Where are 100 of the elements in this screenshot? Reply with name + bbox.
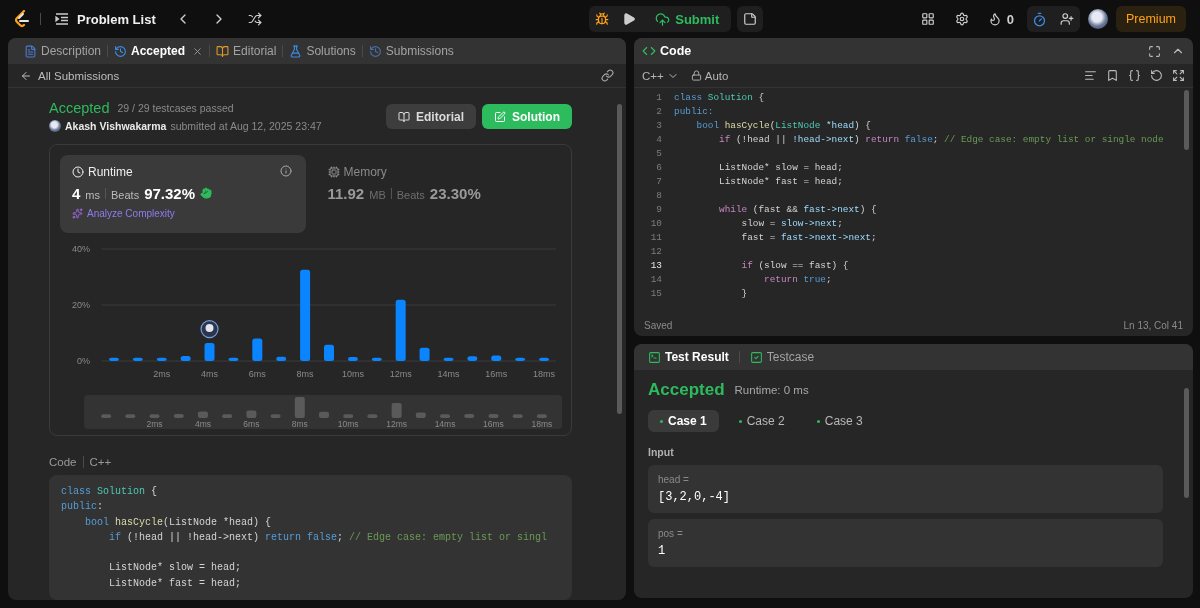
scrollbar-thumb[interactable] [1184,90,1189,150]
scrollbar-thumb[interactable] [1184,388,1189,498]
chart-bar[interactable] [491,355,502,361]
axis-label: 14ms [434,419,456,429]
braces-icon[interactable] [1128,69,1141,82]
info-icon[interactable] [279,165,292,177]
case-tab[interactable]: Case 1 [648,410,719,432]
param-name: head = [658,474,690,485]
chart-bar[interactable] [443,357,454,361]
case-tab[interactable]: Case 3 [804,410,875,432]
scrollbar-thumb[interactable] [617,104,622,414]
case-tab[interactable]: Case 2 [726,410,797,432]
chart-bar[interactable] [132,357,143,361]
bug-icon [595,12,610,26]
chart-bar[interactable] [395,299,406,361]
panel-tab[interactable]: Description [18,40,108,62]
runtime-text: Runtime: 0 ms [734,384,809,396]
avatar-icon[interactable] [1088,9,1108,29]
problem-list-link[interactable]: Problem List [51,11,160,27]
line-number: 5 [655,147,663,161]
expand-icon[interactable] [1172,69,1185,82]
stat-title: Runtime [88,165,133,179]
book-icon [216,44,230,58]
language-label: C++ [89,456,112,468]
format-icon[interactable] [1084,69,1097,82]
axis-label: 14ms [437,369,460,379]
chart-bar[interactable] [467,356,478,361]
chart-bar[interactable] [156,357,167,361]
fullscreen-icon[interactable] [1148,44,1161,58]
code-line: public: [674,105,714,119]
chart-bar[interactable] [276,356,287,361]
premium-button[interactable]: Premium [1116,6,1186,32]
language-select[interactable]: C++ [642,69,679,82]
link-icon[interactable] [601,69,614,82]
chart-bar[interactable] [419,347,430,361]
chart-bar[interactable] [515,357,526,361]
axis-label: 18ms [531,419,553,429]
panel-title: Code [660,44,692,58]
testcases-text: 29 / 29 testcases passed [117,102,234,114]
analyze-complexity-link[interactable]: Analyze Complexity [72,208,294,219]
stat-value: 11.92 [327,185,365,202]
stat-unit: MB [369,189,386,201]
panel-tab[interactable]: Test Result [642,346,735,368]
stat-value: 4 [72,185,81,202]
author-name[interactable]: Akash Vishwakarma [65,120,167,132]
axis-label: 4ms [194,419,211,429]
code-line: bool hasCycle(ListNode *head) { [695,119,871,133]
chart-bar[interactable] [204,343,215,361]
chart-bar[interactable] [539,357,550,361]
streak-button[interactable]: 0 [982,6,1019,32]
close-icon[interactable] [192,45,204,57]
bookmark-icon[interactable] [1106,69,1119,82]
document-icon [24,44,37,58]
stat-title: Memory [343,165,387,179]
note-icon [743,12,758,26]
chip-icon [327,166,340,178]
panel-tab[interactable]: Testcase [743,346,821,368]
code-line: fast = fast->next->next; [740,231,877,245]
line-number: 9 [655,203,663,217]
play-icon [622,12,637,26]
logo-icon[interactable] [14,10,30,28]
back-link[interactable]: All Submissions [20,69,120,82]
arrow-left-icon [20,69,32,82]
editorial-button[interactable]: Editorial [386,104,476,129]
code-line: class Solution { [61,485,159,499]
chart-bar[interactable] [347,357,358,361]
chart-bar[interactable] [228,357,239,361]
code-line: return true; [763,273,832,287]
notes-button[interactable] [737,6,764,32]
panel-tab[interactable]: Submissions [362,40,460,62]
axis-label: 18ms [533,369,556,379]
line-number: 3 [655,119,663,133]
panel-tab[interactable]: Solutions [283,40,362,62]
chart-bar[interactable] [300,269,311,361]
param-value: 1 [658,544,667,558]
cloud-upload-icon [655,11,671,27]
save-status: Saved [644,319,673,331]
chart-bar[interactable] [180,355,191,361]
chart-bar[interactable] [108,357,119,361]
input-label: Input [648,446,675,458]
chart-bar[interactable] [371,357,382,361]
auto-mode[interactable]: Auto [690,69,729,82]
axis-label: 16ms [483,419,504,429]
reset-icon[interactable] [1150,69,1163,82]
chart-bar[interactable] [324,344,334,361]
code-line: slow = slow->next; [740,217,843,231]
code-line: if (!head || !head->next) return false; // Edge case: empty list or singl [108,530,549,545]
line-number: 6 [655,161,663,175]
stat-card[interactable]: Memory 11.92 MB Beats 23.30% [315,155,561,233]
stat-card[interactable]: Runtime 4 ms Beats 97.32% Analyze Complexity [60,155,306,233]
chart-bar[interactable] [252,338,263,361]
cursor-position: Ln 13, Col 41 [1123,319,1183,331]
chart-overview[interactable]: 2ms 4ms 6ms 8ms 10ms 12ms 14ms 16ms 18ms [84,395,562,429]
panel-tab[interactable]: Editorial [210,40,283,62]
line-number: 11 [649,231,663,245]
panel-tab[interactable]: Accepted [108,40,210,62]
code-line: ListNode* fast = head; [108,576,243,591]
shuffle-icon [247,12,262,26]
line-number: 8 [655,189,663,203]
line-number: 12 [649,245,663,259]
